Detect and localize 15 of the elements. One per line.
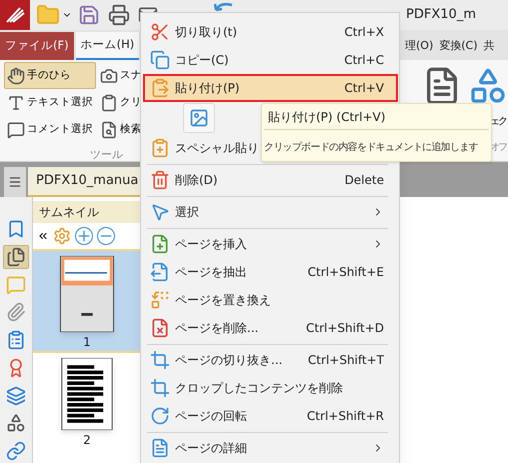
shortcut-label: Ctrl+X: [344, 24, 384, 41]
shortcut-label: Ctrl+Shift+D: [306, 320, 384, 337]
page-number: 1: [83, 335, 91, 349]
shortcut-label: Ctrl+V: [344, 80, 384, 97]
page-number: 2: [83, 433, 91, 447]
shortcut-label: Ctrl+Shift+R: [306, 408, 384, 425]
shortcut-label: Ctrl+Shift+E: [308, 264, 384, 281]
shortcut-label: Delete: [344, 172, 384, 189]
window-title: PDFX10_m: [406, 6, 476, 24]
tooltip-title: 貼り付け(P) (Ctrl+V): [264, 108, 489, 130]
shortcut-label: Ctrl+C: [344, 52, 384, 69]
tooltip-description: クリップボードの内容をドキュメントに追加します: [264, 142, 478, 153]
group-label: ツール: [90, 147, 124, 163]
panel-title: サムネイル: [39, 204, 99, 221]
shortcut-label: Ctrl+Shift+T: [308, 352, 384, 369]
